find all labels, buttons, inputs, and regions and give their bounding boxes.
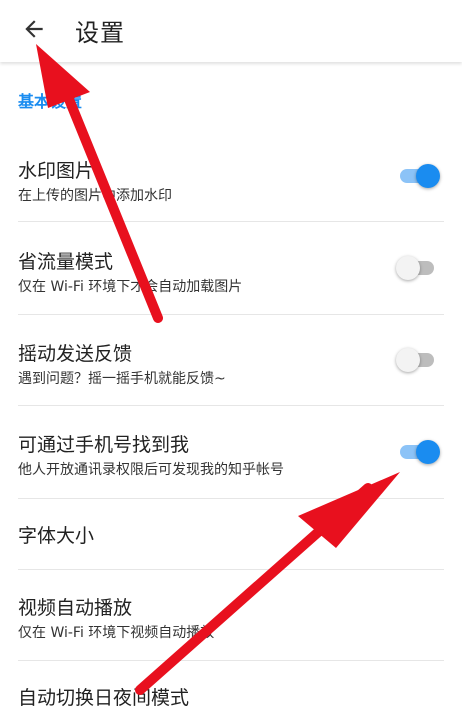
switch-thumb xyxy=(416,440,440,464)
setting-subtitle: 仅在 Wi-Fi 环境下才会自动加载图片 xyxy=(18,279,243,295)
setting-title: 字体大小 xyxy=(18,525,95,547)
switch-thumb xyxy=(416,164,440,188)
setting-row-auto-night-mode[interactable]: 自动切换日夜间模式 xyxy=(0,661,462,715)
page-title: 设置 xyxy=(75,19,125,47)
switch-thumb xyxy=(396,348,420,372)
setting-subtitle: 仅在 Wi-Fi 环境下视频自动播放 xyxy=(18,625,215,641)
find-by-phone-switch[interactable] xyxy=(396,438,442,466)
settings-screen: 设置 基本设置 水印图片 在上传的图片中添加水印 省流量模式 仅在 Wi-Fi … xyxy=(0,0,462,715)
toolbar: 设置 xyxy=(0,0,462,62)
setting-subtitle: 遇到问题？摇一摇手机就能反馈~ xyxy=(18,371,226,387)
setting-title: 视频自动播放 xyxy=(18,597,133,619)
arrow-left-icon xyxy=(25,20,43,38)
setting-row-watermark[interactable]: 水印图片 在上传的图片中添加水印 xyxy=(0,120,462,216)
setting-subtitle: 在上传的图片中添加水印 xyxy=(18,188,172,204)
setting-title: 省流量模式 xyxy=(18,251,114,273)
data-saver-switch[interactable] xyxy=(396,254,442,282)
shake-feedback-switch[interactable] xyxy=(396,346,442,374)
setting-title: 自动切换日夜间模式 xyxy=(18,687,190,709)
setting-row-video-autoplay[interactable]: 视频自动播放 仅在 Wi-Fi 环境下视频自动播放 xyxy=(0,570,462,660)
setting-row-data-saver[interactable]: 省流量模式 仅在 Wi-Fi 环境下才会自动加载图片 xyxy=(0,222,462,314)
setting-title: 水印图片 xyxy=(18,160,95,182)
watermark-switch[interactable] xyxy=(396,162,442,190)
setting-row-shake-feedback[interactable]: 摇动发送反馈 遇到问题？摇一摇手机就能反馈~ xyxy=(0,315,462,405)
section-header: 基本设置 xyxy=(18,92,83,111)
switch-thumb xyxy=(396,256,420,280)
setting-title: 可通过手机号找到我 xyxy=(18,434,190,456)
setting-row-find-by-phone[interactable]: 可通过手机号找到我 他人开放通讯录权限后可发现我的知乎帐号 xyxy=(0,406,462,498)
setting-subtitle: 他人开放通讯录权限后可发现我的知乎帐号 xyxy=(18,462,284,478)
setting-row-font-size[interactable]: 字体大小 xyxy=(0,499,462,569)
setting-title: 摇动发送反馈 xyxy=(18,343,133,365)
back-button[interactable] xyxy=(12,9,56,49)
